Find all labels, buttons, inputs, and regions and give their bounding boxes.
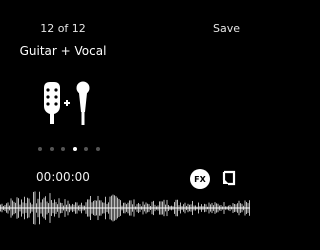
guitar-plus-microphone-icon xyxy=(44,81,90,125)
loop-icon[interactable] xyxy=(220,169,238,187)
save-button[interactable]: Save xyxy=(213,22,240,35)
fx-button[interactable]: FX xyxy=(190,169,210,189)
microphone-icon xyxy=(76,81,90,125)
page-dot[interactable] xyxy=(49,147,54,151)
plus-icon xyxy=(64,100,70,106)
page-dot[interactable] xyxy=(38,147,42,151)
page-dot[interactable] xyxy=(84,147,89,151)
guitar-headstock-icon xyxy=(44,82,60,124)
preset-counter: 12 of 12 xyxy=(40,22,86,35)
page-dot[interactable] xyxy=(72,147,77,151)
page-indicator[interactable] xyxy=(38,146,100,152)
waveform[interactable] xyxy=(0,188,250,228)
page-dot[interactable] xyxy=(95,147,100,151)
time-display: 00:00:00 xyxy=(36,170,90,184)
preset-title: Guitar + Vocal xyxy=(19,44,107,58)
page-dot[interactable] xyxy=(61,147,66,151)
